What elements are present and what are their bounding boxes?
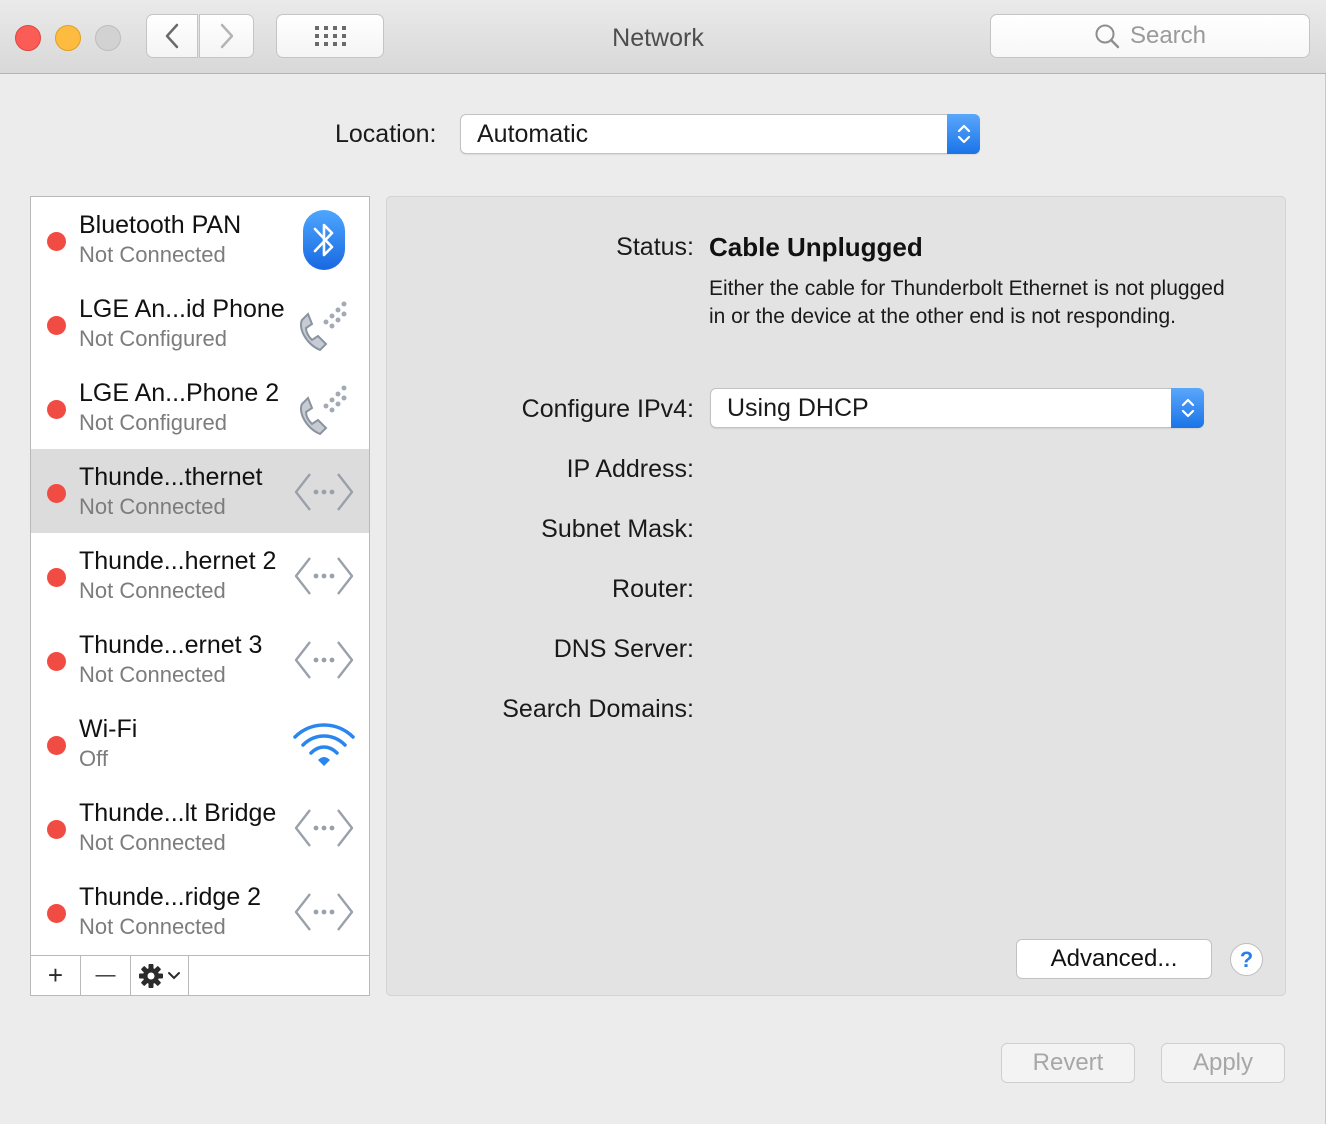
status-red-dot xyxy=(47,400,66,419)
service-item-bluetooth-pan[interactable]: Bluetooth PAN Not Connected xyxy=(31,197,369,281)
search-domains-label: Search Domains: xyxy=(502,695,694,723)
location-value: Automatic xyxy=(477,120,589,148)
minimize-window-button[interactable] xyxy=(55,25,81,51)
ethernet-icon xyxy=(289,627,359,693)
status-red-dot xyxy=(47,316,66,335)
phone-modem-icon xyxy=(289,375,359,441)
gear-icon xyxy=(139,963,163,988)
popup-stepper-icon xyxy=(1171,388,1204,428)
subnet-mask-label: Subnet Mask: xyxy=(541,515,694,543)
service-item-lge-android-phone[interactable]: LGE An...id Phone Not Configured xyxy=(31,281,369,365)
minus-icon: — xyxy=(95,964,116,986)
location-popup[interactable]: Automatic xyxy=(460,114,980,154)
search-field[interactable]: Search xyxy=(990,14,1310,58)
service-status: Not Connected xyxy=(79,914,226,939)
service-status: Not Connected xyxy=(79,662,226,687)
service-name: Thunde...ridge 2 xyxy=(79,883,262,911)
service-status: Not Connected xyxy=(79,578,226,603)
plus-icon: + xyxy=(47,960,64,990)
status-red-dot xyxy=(47,820,66,839)
dns-server-label: DNS Server: xyxy=(553,635,694,663)
service-status: Not Connected xyxy=(79,830,226,855)
chevron-down-icon xyxy=(168,971,180,979)
remove-service-button[interactable]: — xyxy=(81,956,131,995)
status-red-dot xyxy=(47,904,66,923)
service-status: Not Configured xyxy=(79,326,227,351)
service-status: Not Connected xyxy=(79,494,226,519)
service-name: Thunde...hernet 2 xyxy=(79,547,277,575)
help-button[interactable]: ? xyxy=(1230,943,1263,976)
service-name: Wi-Fi xyxy=(79,715,138,743)
close-window-button[interactable] xyxy=(15,25,41,51)
service-status: Not Connected xyxy=(79,242,226,267)
configure-ipv4-label: Configure IPv4: xyxy=(521,395,694,423)
status-red-dot xyxy=(47,232,66,251)
service-name: LGE An...Phone 2 xyxy=(79,379,280,407)
service-name: LGE An...id Phone xyxy=(79,295,285,323)
ethernet-icon xyxy=(289,879,359,945)
configure-ipv4-value: Using DHCP xyxy=(727,394,869,422)
search-placeholder: Search xyxy=(1129,22,1207,49)
status-red-dot xyxy=(47,652,66,671)
service-name: Thunde...thernet xyxy=(79,463,263,491)
service-status: Off xyxy=(79,746,108,771)
status-description: Either the cable for Thunderbolt Etherne… xyxy=(709,277,1225,328)
service-name: Bluetooth PAN xyxy=(79,211,242,239)
service-name: Thunde...ernet 3 xyxy=(79,631,263,659)
zoom-window-button[interactable] xyxy=(95,25,121,51)
router-label: Router: xyxy=(612,575,694,603)
ethernet-icon xyxy=(289,459,359,525)
revert-button[interactable]: Revert xyxy=(1001,1043,1135,1083)
title-bar: Network Search xyxy=(0,0,1326,74)
service-item-wifi[interactable]: Wi-Fi Off xyxy=(31,701,369,785)
status-value: Cable Unplugged xyxy=(709,232,923,262)
service-item-thunderbolt-bridge[interactable]: Thunde...lt Bridge Not Connected xyxy=(31,785,369,869)
window-title: Network xyxy=(612,24,704,52)
chevron-left-icon xyxy=(165,23,179,49)
service-list: Bluetooth PAN Not Connected LGE An...id … xyxy=(30,196,370,996)
configure-ipv4-popup[interactable]: Using DHCP xyxy=(710,388,1204,428)
status-red-dot xyxy=(47,484,66,503)
network-preferences-window: Network Search Location: Automatic Bluet… xyxy=(0,0,1326,1124)
status-label: Status: xyxy=(616,233,694,261)
status-red-dot xyxy=(47,736,66,755)
service-list-toolbar: + — xyxy=(31,955,369,995)
service-item-thunderbolt-ethernet-2[interactable]: Thunde...hernet 2 Not Connected xyxy=(31,533,369,617)
show-all-button[interactable] xyxy=(276,14,384,58)
service-item-thunderbolt-bridge-2[interactable]: Thunde...ridge 2 Not Connected xyxy=(31,869,369,953)
add-service-button[interactable]: + xyxy=(31,956,81,995)
service-name: Thunde...lt Bridge xyxy=(79,799,277,827)
service-item-thunderbolt-ethernet-3[interactable]: Thunde...ernet 3 Not Connected xyxy=(31,617,369,701)
popup-stepper-icon xyxy=(947,114,980,154)
ethernet-icon xyxy=(289,543,359,609)
detail-pane: Status: Cable Unplugged Either the cable… xyxy=(386,196,1286,996)
status-red-dot xyxy=(47,568,66,587)
forward-button[interactable] xyxy=(199,14,254,58)
grid-icon xyxy=(315,26,346,46)
bluetooth-icon xyxy=(289,207,359,273)
background-desktop xyxy=(1326,0,1330,1124)
service-item-thunderbolt-ethernet[interactable]: Thunde...thernet Not Connected xyxy=(31,449,369,533)
chevron-right-icon xyxy=(220,23,233,49)
ethernet-icon xyxy=(289,795,359,861)
apply-button[interactable]: Apply xyxy=(1161,1043,1285,1083)
service-status: Not Configured xyxy=(79,410,227,435)
ip-address-label: IP Address: xyxy=(566,455,694,483)
service-item-lge-android-phone-2[interactable]: LGE An...Phone 2 Not Configured xyxy=(31,365,369,449)
search-icon xyxy=(1095,24,1120,49)
phone-modem-icon xyxy=(289,291,359,357)
location-label: Location: xyxy=(335,120,437,148)
action-menu-button[interactable] xyxy=(131,956,189,995)
back-button[interactable] xyxy=(146,14,198,58)
advanced-button[interactable]: Advanced... xyxy=(1016,939,1212,979)
wifi-icon xyxy=(289,711,359,777)
